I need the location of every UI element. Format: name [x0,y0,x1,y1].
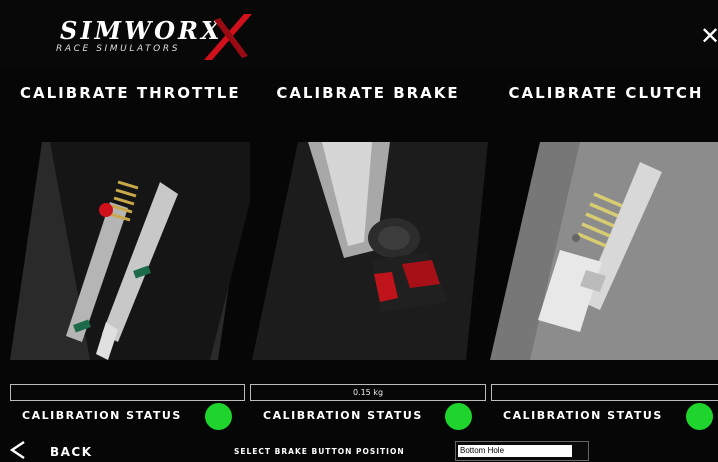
brake-pedal-image[interactable] [252,142,488,360]
clutch-value-display [491,384,718,401]
logo-x-mark [204,14,252,60]
brake-status-indicator [445,403,472,430]
chevron-left-icon [9,441,25,459]
brake-value-display: 0.15 kg [250,384,486,401]
back-label: BACK [50,445,93,459]
close-button[interactable]: ✕ [700,24,718,48]
brake-status-label: CALIBRATION STATUS [263,409,423,422]
throttle-status-indicator [205,403,232,430]
throttle-value-display [10,384,245,401]
logo-main-text: SIMWORX [60,16,223,45]
back-button[interactable]: BACK [8,440,118,462]
clutch-title: CALIBRATE CLUTCH [508,84,704,102]
clutch-pedal-image[interactable] [490,142,718,360]
logo-sub-text: RACE SIMULATORS [56,44,181,54]
simworx-logo: SIMWORX RACE SIMULATORS [52,14,262,60]
throttle-title: CALIBRATE THROTTLE [20,84,241,102]
brake-position-label: SELECT BRAKE BUTTON POSITION [234,447,405,456]
clutch-status-label: CALIBRATION STATUS [503,409,663,422]
brake-title: CALIBRATE BRAKE [276,84,460,102]
clutch-status-indicator [686,403,713,430]
throttle-pedal-image[interactable] [10,142,250,360]
brake-position-selected: Bottom Hole [458,445,572,457]
brake-position-select[interactable]: Bottom Hole [455,441,589,461]
throttle-status-label: CALIBRATION STATUS [22,409,182,422]
